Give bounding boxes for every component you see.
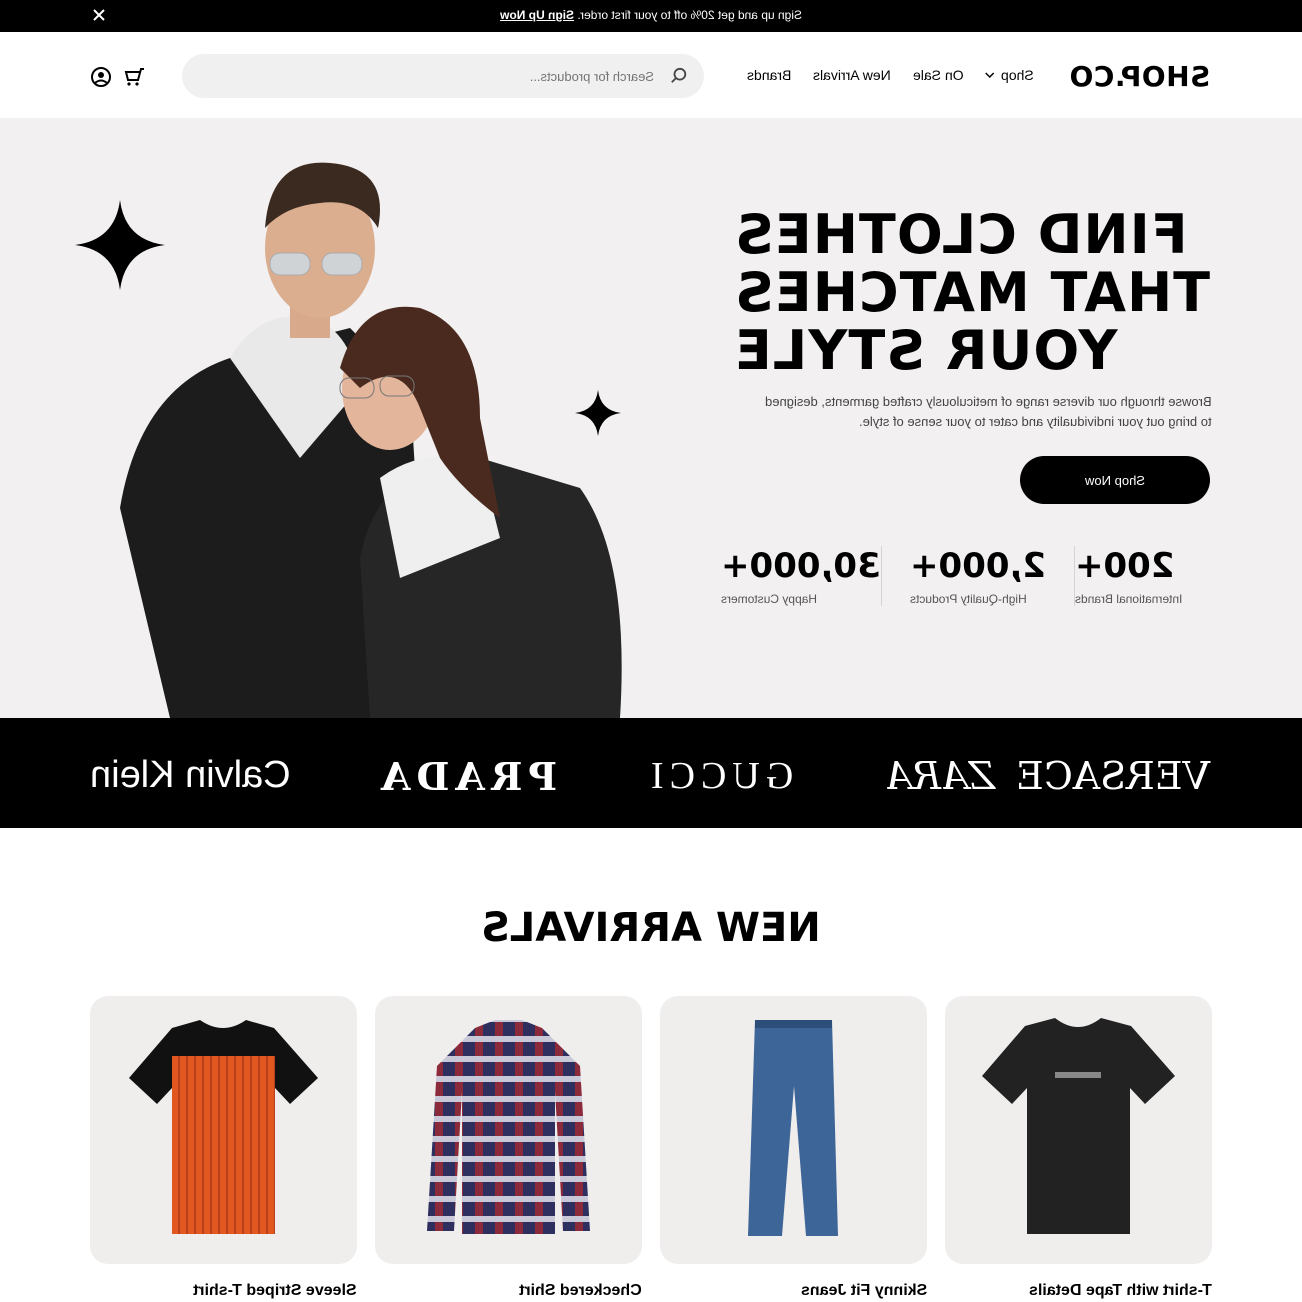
nav-on-sale[interactable]: On Sale xyxy=(913,67,964,83)
brand-versace: VERSACE xyxy=(1015,754,1210,798)
product-name: Sleeve Striped T-shirt xyxy=(90,1282,357,1300)
main-nav: Brands New Arrivals On Sale Shop xyxy=(747,67,1034,83)
product-name: Skinny Fit Jeans xyxy=(660,1282,927,1300)
headline-line-3: YOUR STYLE xyxy=(733,319,1118,382)
new-arrivals-title-text: NEW ARRIVALS xyxy=(481,905,821,951)
promo-message: Sign up and get 20% off to your first or… xyxy=(0,8,1302,22)
new-arrivals-title: NEW ARRIVALS xyxy=(0,905,1302,951)
product-name: T-shirt with Tape Details xyxy=(945,1282,1212,1300)
stat-label: High-Quality Products xyxy=(909,592,1027,606)
stat-label: International Brands xyxy=(1074,592,1182,606)
nav-shop[interactable]: Shop xyxy=(985,67,1034,83)
user-circle-icon xyxy=(91,67,111,87)
product-card-jeans[interactable] xyxy=(660,996,927,1264)
shop-now-button[interactable]: Shop Now xyxy=(1020,456,1210,504)
stat-value: 30,000+ xyxy=(720,546,881,586)
nav-new-arrivals-label: New Arrivals xyxy=(812,67,891,83)
cart-button[interactable] xyxy=(124,66,146,88)
search-input[interactable] xyxy=(202,64,654,88)
shop-now-label: Shop Now xyxy=(1085,472,1145,488)
site-header: SHOP.CO Brands New Arrivals On Sale Shop xyxy=(0,32,1302,118)
product-name-text: Sleeve Striped T-shirt xyxy=(193,1282,357,1299)
stat-value: 200+ xyxy=(1074,546,1175,586)
product-name: Checkered Shirt xyxy=(375,1282,642,1300)
nav-shop-label: Shop xyxy=(1001,67,1034,83)
hero-headline: FIND CLOTHES THAT MATCHES YOUR STYLE xyxy=(733,203,1210,382)
stat-label: Happy Customers xyxy=(720,592,817,606)
stat-value: 2,000+ xyxy=(909,546,1046,586)
product-name-text: Skinny Fit Jeans xyxy=(800,1282,927,1299)
search-icon xyxy=(671,67,687,83)
hero-description: Browse through our diverse range of meti… xyxy=(712,392,1212,432)
brand-strip: VERSACE ZARA GUCCI PRADA Calvin Klein xyxy=(0,718,1302,828)
hero-section: FIND CLOTHES THAT MATCHES YOUR STYLE Bro… xyxy=(0,118,1302,718)
tshirt-image xyxy=(982,1018,1175,1234)
brand-calvin-klein: Calvin Klein xyxy=(90,754,291,796)
signup-link[interactable]: Sign Up Now xyxy=(500,8,574,22)
nav-brands[interactable]: Brands xyxy=(747,67,791,83)
brand-prada: PRADA xyxy=(375,754,558,799)
cart-icon xyxy=(124,68,144,86)
checkered-shirt-image xyxy=(427,1020,590,1234)
sparkle-small-icon xyxy=(575,390,621,436)
stat-customers: 30,000+ Happy Customers xyxy=(693,546,881,606)
hero-description-line-1: Browse through our diverse range of meti… xyxy=(765,394,1212,409)
promo-bar: Sign up and get 20% off to your first or… xyxy=(0,0,1302,32)
chevron-down-icon xyxy=(985,72,995,79)
stat-brands: 200+ International Brands xyxy=(1073,546,1210,606)
brand-zara: ZARA xyxy=(885,754,995,798)
hero-description-line-2: to bring out your individuality and cate… xyxy=(859,414,1212,429)
brand-logo[interactable]: SHOP.CO xyxy=(1069,60,1210,93)
account-button[interactable] xyxy=(90,66,112,88)
search-bar[interactable] xyxy=(182,54,704,98)
close-promo-button[interactable] xyxy=(89,5,109,25)
promo-text: Sign up and get 20% off to your first or… xyxy=(577,8,802,22)
striped-tshirt-image xyxy=(129,1020,318,1234)
product-card-striped-tshirt[interactable] xyxy=(90,996,357,1264)
headline-line-2: THAT MATCHES xyxy=(733,261,1210,324)
close-icon xyxy=(93,9,105,21)
product-name-text: Checkered Shirt xyxy=(519,1282,642,1299)
product-card-checkered-shirt[interactable] xyxy=(375,996,642,1264)
nav-brands-label: Brands xyxy=(746,67,791,83)
sparkle-icon xyxy=(75,200,165,290)
hero-stats: 30,000+ Happy Customers 2,000+ High-Qual… xyxy=(693,546,1210,606)
stat-products: 2,000+ High-Quality Products xyxy=(880,546,1074,606)
nav-new-arrivals[interactable]: New Arrivals xyxy=(813,67,891,83)
headline-line-1: FIND CLOTHES xyxy=(733,203,1188,266)
product-card-tape-tshirt[interactable] xyxy=(945,996,1212,1264)
product-name-text: T-shirt with Tape Details xyxy=(1029,1282,1212,1299)
brand-gucci: GUCCI xyxy=(645,755,794,797)
jeans-image xyxy=(748,1020,838,1236)
nav-on-sale-label: On Sale xyxy=(912,67,964,83)
